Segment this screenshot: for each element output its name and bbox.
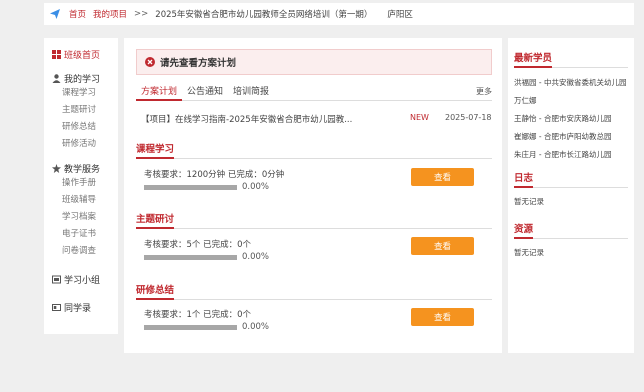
- breadcrumb-bar: 首页 我的项目 >> 2025年安徽省合肥市幼儿园教师全员网络培训（第一期） 庐…: [44, 3, 634, 25]
- discussion-section-title: 主题研讨: [136, 211, 175, 229]
- course-section-title: 课程学习: [136, 141, 175, 159]
- resource-title: 资源: [514, 221, 534, 239]
- news-date: 2025-07-18: [445, 113, 492, 122]
- latest-students-title: 最新学员: [514, 50, 553, 68]
- discussion-requirement: 考核要求：5个 已完成：0个: [144, 240, 252, 250]
- breadcrumb-project[interactable]: 我的项目: [93, 8, 127, 20]
- main-panel: 请先查看方案计划 方案计划 公告通知 培训简报 更多 【项目】在线学习指南-20…: [124, 38, 502, 353]
- sidebar-group-label: 学习小组: [64, 275, 101, 286]
- summary-progress-bar: [144, 325, 237, 330]
- student-item[interactable]: 崔娜娜 - 合肥市庐阳幼教总园: [514, 128, 628, 146]
- student-item[interactable]: 万仁娜: [514, 92, 628, 110]
- tab-briefing[interactable]: 培训简报: [228, 85, 274, 101]
- sidebar-item-survey[interactable]: 问卷调查: [52, 243, 118, 260]
- summary-section: 研修总结 考核要求：1个 已完成：0个 0.00% 查看: [136, 282, 492, 342]
- sidebar-teaching-header: 教学服务: [52, 161, 118, 175]
- sidebar-class-home-label: 班级首页: [64, 50, 101, 61]
- log-title: 日志: [514, 170, 534, 188]
- sidebar-item-certificate[interactable]: 电子证书: [52, 226, 118, 243]
- sidebar-my-study-label: 我的学习: [64, 74, 101, 85]
- news-title[interactable]: 【项目】在线学习指南-2025年安徽省合肥市幼儿园教...: [141, 113, 352, 125]
- right-panel: 最新学员 洪福园 - 中共安徽省委机关幼儿园 万仁娜 王静怡 - 合肥市安庆路幼…: [508, 38, 634, 353]
- breadcrumb-region: 庐阳区: [387, 10, 413, 20]
- discussion-section: 主题研讨 考核要求：5个 已完成：0个 0.00% 查看: [136, 211, 492, 271]
- breadcrumb-separator: >>: [134, 9, 149, 19]
- tab-announcement[interactable]: 公告通知: [182, 85, 228, 101]
- sidebar-item-course[interactable]: 课程学习: [52, 85, 118, 102]
- sidebar-classmates-label: 同学录: [64, 303, 92, 314]
- star-icon: [52, 163, 61, 173]
- summary-section-title: 研修总结: [136, 282, 175, 300]
- sidebar-item-discussion[interactable]: 主题研讨: [52, 102, 118, 119]
- course-view-button[interactable]: 查看: [411, 168, 474, 186]
- sidebar-teaching-label: 教学服务: [64, 164, 101, 175]
- sidebar: 班级首页 我的学习 课程学习 主题研讨 研修总结 研修活动 教学服务 操作手册 …: [44, 38, 118, 334]
- student-item[interactable]: 王静怡 - 合肥市安庆路幼儿园: [514, 110, 628, 128]
- contacts-icon: [52, 303, 61, 311]
- course-progress-percent: 0.00%: [242, 182, 270, 192]
- news-item[interactable]: 【项目】在线学习指南-2025年安徽省合肥市幼儿园教... NEW 2025-0…: [136, 113, 492, 127]
- grid-icon: [52, 49, 61, 59]
- breadcrumb-home[interactable]: 首页: [69, 8, 86, 20]
- course-progress-bar: [144, 185, 237, 190]
- tab-plan[interactable]: 方案计划: [136, 85, 183, 101]
- notice-banner[interactable]: 请先查看方案计划: [136, 49, 492, 75]
- sidebar-group[interactable]: 学习小组: [52, 272, 118, 286]
- discussion-progress-bar: [144, 255, 237, 260]
- course-requirement: 考核要求：1200分钟 已完成：0分钟: [144, 170, 285, 180]
- new-badge: NEW: [410, 113, 429, 122]
- sidebar-item-manual[interactable]: 操作手册: [52, 175, 118, 192]
- student-item[interactable]: 洪福园 - 中共安徽省委机关幼儿园: [514, 74, 628, 92]
- summary-view-button[interactable]: 查看: [411, 308, 474, 326]
- sidebar-my-study-header: 我的学习: [52, 71, 118, 85]
- close-circle-icon: [145, 57, 155, 67]
- notice-text: 请先查看方案计划: [160, 58, 237, 69]
- student-item[interactable]: 朱庄月 - 合肥市长江路幼儿园: [514, 146, 628, 164]
- sidebar-item-summary[interactable]: 研修总结: [52, 119, 118, 136]
- resource-empty: 暂无记录: [514, 248, 544, 257]
- sidebar-item-tutoring[interactable]: 班级辅导: [52, 192, 118, 209]
- course-section: 课程学习 考核要求：1200分钟 已完成：0分钟 0.00% 查看: [136, 141, 492, 201]
- summary-requirement: 考核要求：1个 已完成：0个: [144, 310, 252, 320]
- sidebar-item-archive[interactable]: 学习档案: [52, 209, 118, 226]
- group-icon: [52, 275, 61, 283]
- breadcrumb-current: 2025年安徽省合肥市幼儿园教师全员网络培训（第一期）: [155, 10, 373, 20]
- sidebar-class-home[interactable]: 班级首页: [44, 47, 118, 61]
- user-icon: [52, 73, 61, 83]
- send-icon: [50, 9, 60, 19]
- more-link[interactable]: 更多: [476, 86, 492, 97]
- summary-progress-percent: 0.00%: [242, 322, 270, 332]
- sidebar-classmates[interactable]: 同学录: [52, 300, 118, 314]
- log-empty: 暂无记录: [514, 197, 544, 206]
- discussion-progress-percent: 0.00%: [242, 252, 270, 262]
- discussion-view-button[interactable]: 查看: [411, 237, 474, 255]
- sidebar-item-activity[interactable]: 研修活动: [52, 136, 118, 153]
- tab-bar: 方案计划 公告通知 培训简报 更多: [136, 85, 492, 101]
